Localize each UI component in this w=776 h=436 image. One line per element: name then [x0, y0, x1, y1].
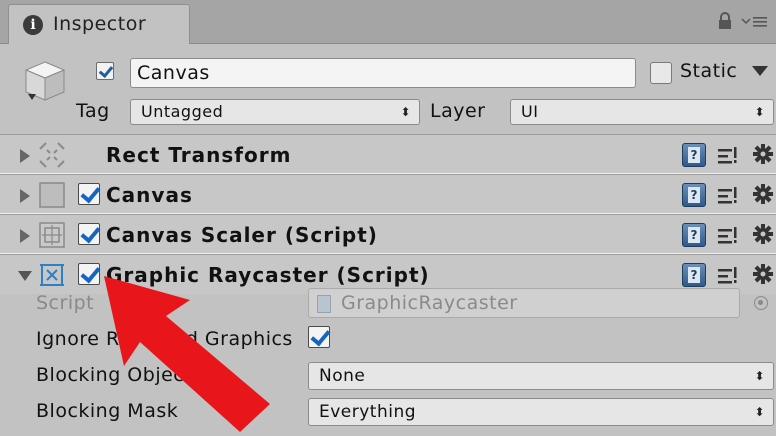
static-dropdown-arrow-icon[interactable] — [752, 66, 768, 76]
blocking-mask-label: Blocking Mask — [36, 400, 179, 422]
dropdown-arrows-icon: ⬍ — [754, 105, 765, 119]
help-icon[interactable] — [682, 263, 706, 287]
blocking-mask-value: Everything — [319, 402, 417, 422]
component-enabled-checkbox[interactable] — [78, 263, 100, 285]
component-header-canvas-scaler[interactable]: Canvas Scaler (Script) — [0, 214, 776, 254]
dropdown-arrows-icon: ⬍ — [754, 405, 765, 419]
help-icon[interactable] — [682, 223, 706, 247]
graphic-raycaster-icon — [40, 264, 64, 286]
ignore-reversed-graphics-checkbox[interactable] — [308, 326, 330, 348]
preset-icon[interactable] — [716, 224, 740, 246]
component-enabled-checkbox[interactable] — [78, 223, 100, 245]
component-title: Canvas — [106, 183, 193, 207]
gear-icon[interactable] — [752, 263, 774, 285]
inspector-tab[interactable]: i Inspector — [8, 4, 190, 44]
layer-dropdown[interactable]: UI ⬍ — [510, 99, 774, 125]
component-title: Canvas Scaler (Script) — [106, 223, 378, 247]
component-title: Rect Transform — [106, 143, 292, 167]
object-picker-icon[interactable] — [754, 296, 768, 310]
script-label: Script — [36, 292, 95, 314]
blocking-objects-value: None — [319, 366, 366, 386]
gear-icon[interactable] — [752, 183, 774, 205]
help-icon[interactable] — [682, 183, 706, 207]
blocking-objects-dropdown[interactable]: None ⬍ — [308, 362, 774, 390]
preset-icon[interactable] — [716, 264, 740, 286]
tag-value: Untagged — [141, 102, 224, 121]
component-header-rect-transform[interactable]: Rect Transform — [0, 134, 776, 174]
ignore-reversed-graphics-label: Ignore Reversed Graphics — [36, 328, 293, 350]
script-value: GraphicRaycaster — [341, 292, 518, 314]
dropdown-arrows-icon: ⬍ — [754, 369, 765, 383]
context-menu-icon[interactable] — [740, 12, 770, 32]
tag-label: Tag — [76, 100, 110, 122]
static-checkbox[interactable] — [650, 62, 672, 84]
canvas-scaler-icon — [39, 222, 65, 248]
info-icon: i — [23, 15, 43, 35]
gear-icon[interactable] — [752, 143, 774, 165]
preset-icon[interactable] — [716, 144, 740, 166]
tab-title: Inspector — [53, 13, 147, 35]
script-file-icon — [317, 295, 331, 313]
component-title: Graphic Raycaster (Script) — [106, 263, 430, 287]
canvas-icon — [39, 182, 65, 208]
static-label: Static — [680, 60, 738, 82]
preset-icon[interactable] — [716, 184, 740, 206]
active-checkbox[interactable] — [96, 62, 114, 80]
gameobject-cube-icon — [24, 61, 66, 101]
gear-icon[interactable] — [752, 223, 774, 245]
tag-dropdown[interactable]: Untagged ⬍ — [130, 99, 420, 125]
rect-transform-icon — [39, 142, 65, 168]
gameobject-name-input[interactable] — [130, 58, 636, 88]
blocking-mask-dropdown[interactable]: Everything ⬍ — [308, 398, 774, 426]
foldout-arrow-icon[interactable] — [20, 229, 30, 243]
component-enabled-checkbox[interactable] — [78, 183, 100, 205]
layer-value: UI — [521, 102, 539, 121]
layer-label: Layer — [430, 100, 486, 122]
help-icon[interactable] — [682, 143, 706, 167]
blocking-objects-label: Blocking Objects — [36, 364, 203, 386]
script-field[interactable]: GraphicRaycaster — [308, 288, 740, 318]
component-header-canvas[interactable]: Canvas — [0, 174, 776, 214]
lock-icon[interactable] — [718, 12, 732, 30]
foldout-arrow-icon[interactable] — [18, 271, 32, 281]
dropdown-arrows-icon: ⬍ — [400, 105, 411, 119]
foldout-arrow-icon[interactable] — [20, 189, 30, 203]
foldout-arrow-icon[interactable] — [20, 149, 30, 163]
inspector-tab-bar: i Inspector — [0, 0, 776, 44]
